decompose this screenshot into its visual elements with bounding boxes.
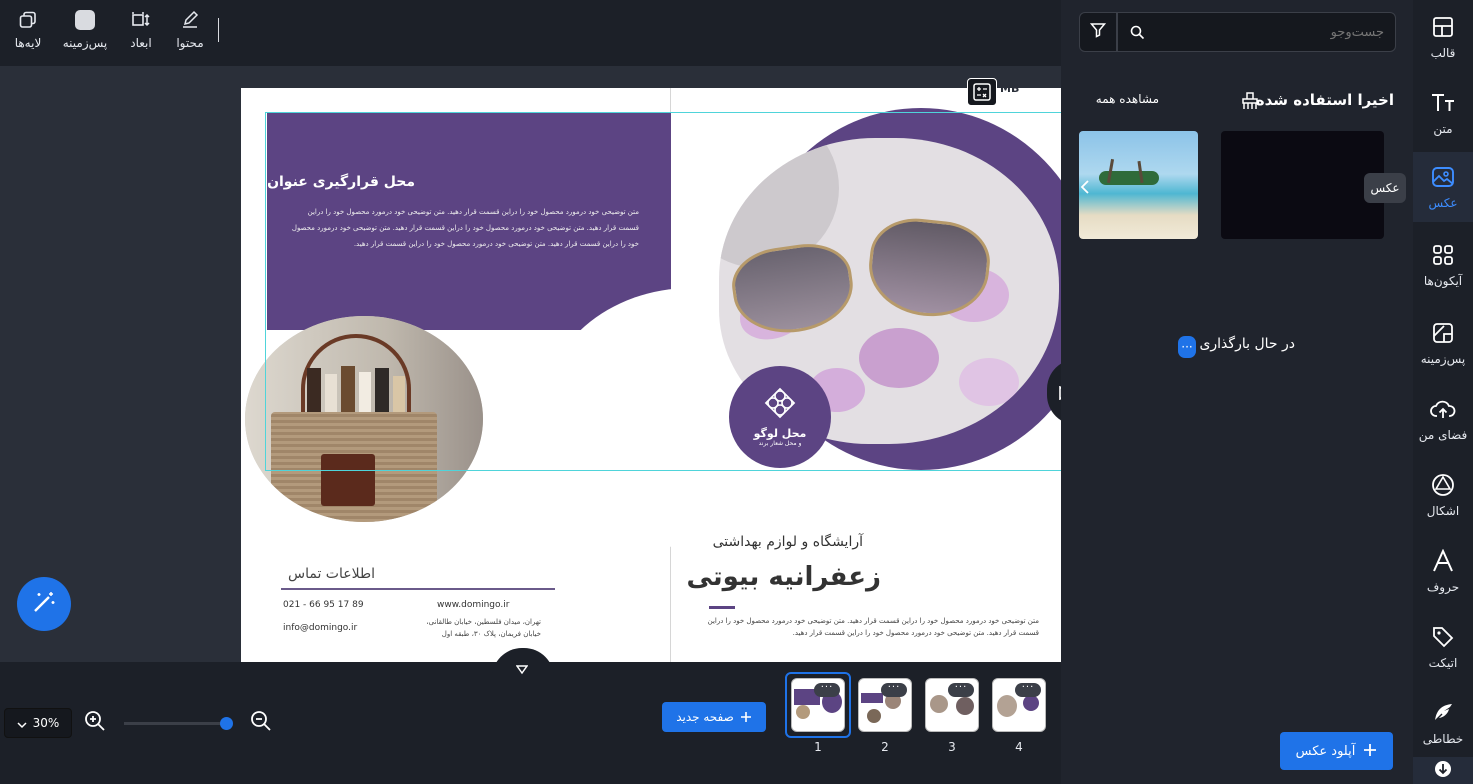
search-icon [1130,25,1145,44]
zoom-out-icon [250,711,272,736]
dimensions-button[interactable]: ابعاد [116,8,166,58]
background-label: پس‌زمینه [62,36,108,50]
top-toolbar: لایه‌ها پس‌زمینه ابعاد محتوا [0,0,1061,66]
workspace: محل قرارگیری عنوان متن توضیحی خود درمورد… [0,66,1061,662]
tooltip-text: عکس [1370,181,1400,195]
calculator-icon [968,83,996,109]
edit-icon [180,10,200,30]
view-all-link[interactable]: مشاهده همه [1087,92,1159,106]
contact-title[interactable]: اطلاعات تماس [281,566,375,582]
page-number-2: 2 [881,740,889,754]
rail-item-icons[interactable]: آیکون‌ها [1413,230,1473,300]
magic-wand-icon [31,589,57,619]
rail-item-image[interactable]: عکس [1413,152,1473,222]
rail-item-my-space[interactable]: فضای من [1413,384,1473,454]
image-tooltip: عکس [1364,173,1406,203]
search-input[interactable] [1158,19,1384,45]
search-box[interactable] [1117,12,1396,52]
recent-dark-image[interactable] [1221,131,1384,239]
calculator-button[interactable] [967,78,997,106]
carousel-left-icon[interactable] [1079,179,1091,198]
new-page-label: صفحه جدید [676,710,734,724]
rail-item-background[interactable]: پس‌زمینه [1413,308,1473,378]
background-button[interactable]: پس‌زمینه [60,8,110,58]
title-underline [709,606,735,609]
page-thumbnail-2[interactable]: ··· [858,678,912,732]
letters-icon [1430,548,1456,574]
rail-item-shapes[interactable]: اشکال [1413,460,1473,530]
zoom-in-button[interactable] [84,710,106,732]
right-paragraph[interactable]: متن توضیحی خود درمورد محصول خود را دراین… [707,615,1039,639]
rail-item-calligraphy[interactable]: خطاطی [1413,688,1473,758]
zoom-slider-handle[interactable] [220,717,233,730]
page-number-3: 3 [948,740,956,754]
background-swatch-icon [75,10,95,30]
triangle-down-icon [515,660,529,679]
design-page[interactable]: محل قرارگیری عنوان متن توضیحی خود درمورد… [241,88,1061,662]
page-thumbnail-4[interactable]: ··· [992,678,1046,732]
chevron-down-icon [17,714,27,733]
arrow-down-circle-icon [1434,760,1452,782]
content-button[interactable]: محتوا [165,8,215,58]
rail-scroll-down-button[interactable] [1413,757,1473,784]
plus-icon [740,708,752,727]
layers-button[interactable]: لایه‌ها [3,8,53,58]
broom-icon [1239,90,1261,116]
page-number-4: 4 [1015,740,1023,754]
rail-item-template[interactable]: قالب [1413,2,1473,72]
icons-icon [1430,242,1456,268]
cloud-upload-icon [1430,396,1456,422]
image-icon [1430,164,1456,190]
layers-icon [18,10,38,30]
filter-icon [1089,22,1107,42]
contact-phone[interactable]: 021 - 66 95 17 89 [283,600,364,610]
contact-address[interactable]: تهران، میدان فلسطین، خیابان طالقانی، خیا… [411,616,541,640]
feather-icon [1430,700,1456,726]
selection-guide [265,112,1061,471]
recent-beach-image[interactable] [1079,131,1198,239]
upload-photo-button[interactable]: آپلود عکس [1280,732,1393,770]
contact-email[interactable]: info@domingo.ir [283,623,357,633]
side-panel: اخیرا استفاده شده مشاهده همه در حال بارگ… [1061,0,1413,784]
recent-title: اخیرا استفاده شده [1255,91,1394,109]
thumb-menu-1[interactable]: ··· [814,683,840,697]
template-icon [1430,14,1456,40]
toolbar-divider [218,18,219,42]
resize-icon [131,10,151,30]
page-main-title[interactable]: زعفرانیه بیوتی [687,562,881,592]
page-thumbnail-1[interactable]: ··· [791,678,845,732]
loading-text: در حال بارگذاری [1199,336,1295,352]
rail-item-text[interactable]: متن [1413,78,1473,148]
magic-wand-button[interactable] [17,577,71,631]
thumb-menu-3[interactable]: ··· [948,683,974,697]
thumb-menu-2[interactable]: ··· [881,683,907,697]
zoom-slider[interactable] [124,722,230,725]
zoom-value: 30% [32,716,60,730]
filter-button[interactable] [1079,12,1117,52]
zoom-select[interactable]: 30% [4,708,72,738]
tag-icon [1430,624,1456,650]
zoom-out-button[interactable] [250,710,272,732]
background-icon [1430,320,1456,346]
page-thumbnail-3[interactable]: ··· [925,678,979,732]
zoom-in-icon [84,711,106,736]
page-number-1: 1 [814,740,822,754]
content-label: محتوا [176,36,204,50]
thumb-menu-4[interactable]: ··· [1015,683,1041,697]
new-page-button[interactable]: صفحه جدید [662,702,766,732]
text-icon [1430,90,1456,116]
upload-label: آپلود عکس [1295,743,1356,759]
loading-dots: ··· [1178,336,1196,358]
plus-icon [1363,742,1377,761]
contact-divider [281,588,555,590]
page-subtitle[interactable]: آرایشگاه و لوازم بهداشتی [713,534,863,550]
contact-website[interactable]: www.domingo.ir [437,600,509,610]
shapes-icon [1430,472,1456,498]
rail-item-letters[interactable]: حروف [1413,536,1473,606]
page-badge: MB [1000,82,1020,95]
right-rail: قالب متن عکس آیکون‌ها پس‌زمینه فضای من ا… [1413,0,1473,784]
rail-item-tag[interactable]: اتیکت [1413,612,1473,682]
dimensions-label: ابعاد [130,36,152,50]
layers-label: لایه‌ها [14,36,42,50]
